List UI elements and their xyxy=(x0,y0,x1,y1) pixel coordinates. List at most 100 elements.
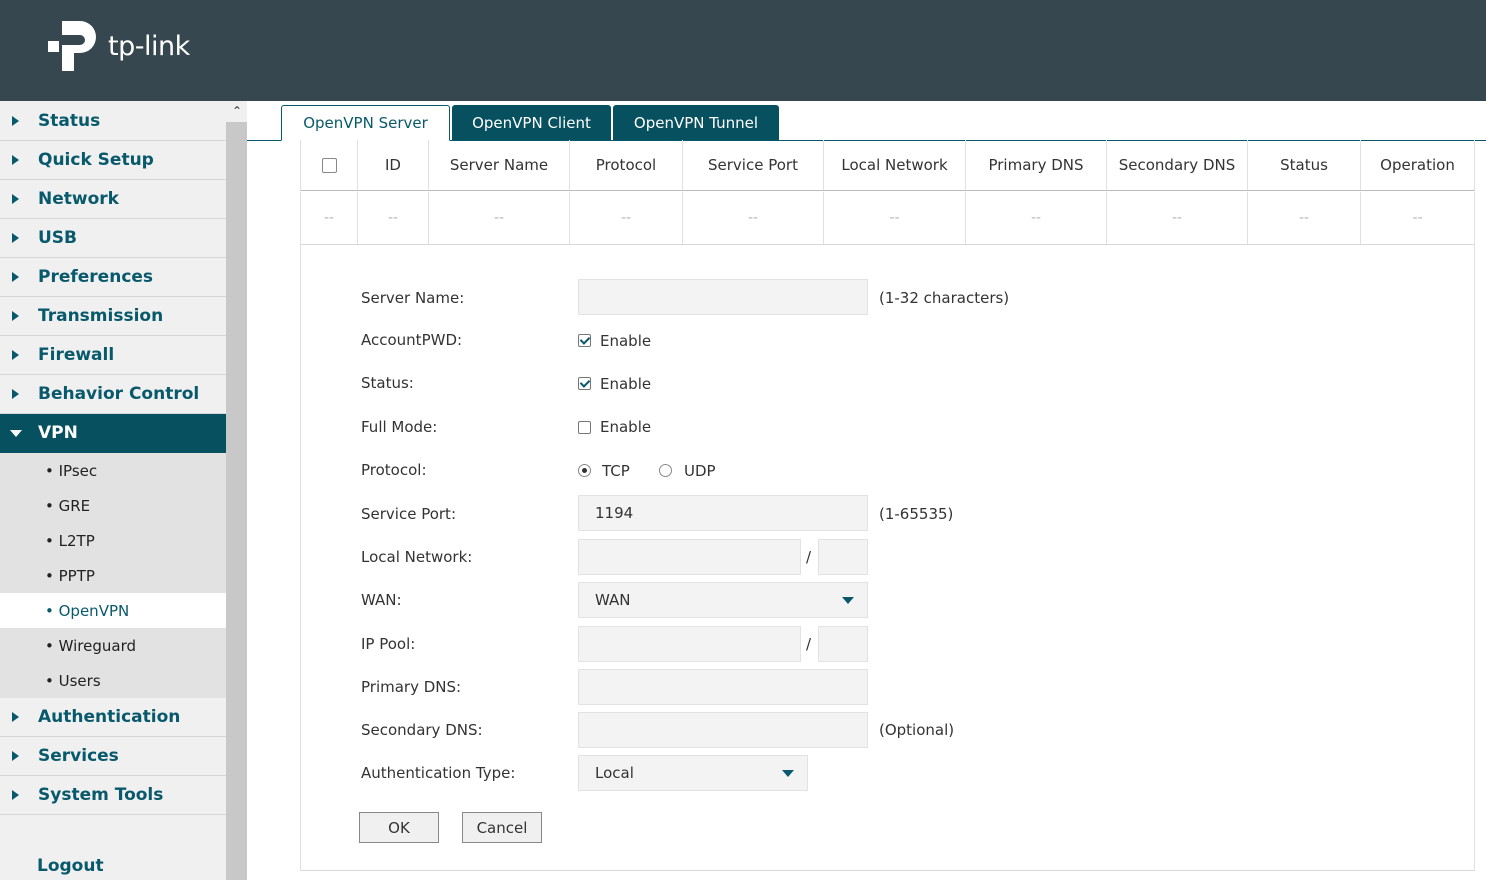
sidebar-subitem-users[interactable]: • Users xyxy=(0,663,226,698)
column-header: Local Network xyxy=(824,140,966,190)
caret-right-icon xyxy=(12,194,19,204)
sidebar-scrollbar-thumb[interactable] xyxy=(226,122,247,880)
secondary-dns-input[interactable] xyxy=(578,712,868,748)
caret-right-icon xyxy=(12,155,19,165)
sidebar-subitem-label: • Wireguard xyxy=(45,636,137,655)
tab-openvpn-tunnel[interactable]: OpenVPN Tunnel xyxy=(613,105,779,140)
sidebar-item-system-tools[interactable]: System Tools xyxy=(0,776,226,815)
chevron-up-icon[interactable]: ⌃ xyxy=(229,104,245,118)
table-cell: -- xyxy=(570,192,683,244)
full-mode-checkbox[interactable] xyxy=(578,421,591,434)
tp-link-logo: tp-link xyxy=(48,19,190,73)
table-cell: -- xyxy=(358,192,429,244)
column-header: Operation xyxy=(1380,156,1455,174)
sidebar-item-label: Network xyxy=(38,189,119,209)
tab-openvpn-server[interactable]: OpenVPN Server xyxy=(281,105,450,141)
sidebar-item-label: Authentication xyxy=(38,707,181,727)
sidebar-item-network[interactable]: Network xyxy=(0,180,226,219)
sidebar-item-label: Preferences xyxy=(38,267,154,287)
secondary-dns-label: Secondary DNS: xyxy=(361,721,483,739)
select-all-checkbox[interactable] xyxy=(321,157,337,173)
local-network-separator: / xyxy=(806,548,812,566)
ip-pool-mask-input[interactable] xyxy=(818,626,868,662)
column-header: Secondary DNS xyxy=(1107,140,1248,190)
caret-right-icon xyxy=(12,389,19,399)
protocol-tcp-radio[interactable] xyxy=(578,464,591,477)
service-port-hint: (1-65535) xyxy=(879,505,954,523)
caret-down-icon xyxy=(782,770,794,777)
logout-link[interactable]: Logout xyxy=(37,856,104,876)
sidebar-subitem-gre[interactable]: • GRE xyxy=(0,488,226,523)
sidebar-subitem-openvpn[interactable]: • OpenVPN xyxy=(0,593,226,628)
sidebar-subitem-l2tp[interactable]: • L2TP xyxy=(0,523,226,558)
sidebar-item-label: Status xyxy=(38,111,101,131)
primary-dns-label: Primary DNS: xyxy=(361,678,462,696)
status-checkbox[interactable] xyxy=(578,377,591,390)
secondary-dns-hint: (Optional) xyxy=(879,721,955,739)
caret-right-icon xyxy=(12,233,19,243)
sidebar-subitem-label: • L2TP xyxy=(45,531,95,550)
wan-select[interactable]: WAN xyxy=(578,582,868,618)
server-name-input[interactable] xyxy=(578,279,868,315)
column-header: Primary DNS xyxy=(966,140,1107,190)
column-header: Protocol xyxy=(570,140,683,190)
sidebar-item-transmission[interactable]: Transmission xyxy=(0,297,226,336)
account-pwd-option: Enable xyxy=(600,332,652,350)
logo-text: tp-link xyxy=(108,30,190,62)
protocol-udp-label: UDP xyxy=(684,462,716,480)
sidebar-item-usb[interactable]: USB xyxy=(0,219,226,258)
table-cell: -- xyxy=(1412,210,1423,226)
caret-right-icon xyxy=(12,790,19,800)
auth-type-select-value: Local xyxy=(595,764,634,782)
auth-type-select[interactable]: Local xyxy=(578,755,808,791)
status-option: Enable xyxy=(600,375,652,393)
cancel-button[interactable]: Cancel xyxy=(462,812,542,843)
account-pwd-label: AccountPWD: xyxy=(361,331,463,349)
sidebar-item-label: Transmission xyxy=(38,306,164,326)
caret-down-icon xyxy=(10,430,22,437)
sidebar-item-label: Services xyxy=(38,746,119,766)
full-mode-label: Full Mode: xyxy=(361,418,438,436)
sidebar-item-behavior-control[interactable]: Behavior Control xyxy=(0,375,226,414)
ok-button[interactable]: OK xyxy=(359,812,439,843)
sidebar-subitem-label: • Users xyxy=(45,671,101,690)
sidebar-item-vpn[interactable]: VPN xyxy=(0,414,226,453)
sidebar-item-firewall[interactable]: Firewall xyxy=(0,336,226,375)
status-label: Status: xyxy=(361,374,414,392)
sidebar-item-services[interactable]: Services xyxy=(0,737,226,776)
wan-label: WAN: xyxy=(361,591,402,609)
sidebar-item-quick-setup[interactable]: Quick Setup xyxy=(0,141,226,180)
ip-pool-ip-input[interactable] xyxy=(578,626,801,662)
sidebar-item-authentication[interactable]: Authentication xyxy=(0,698,226,737)
primary-dns-input[interactable] xyxy=(578,669,868,705)
sidebar-subitem-wireguard[interactable]: • Wireguard xyxy=(0,628,226,663)
sidebar-subitem-label: • OpenVPN xyxy=(45,601,130,620)
sidebar-item-label: VPN xyxy=(38,423,78,443)
table-cell: -- xyxy=(824,192,966,244)
column-header: ID xyxy=(358,140,429,190)
sidebar-subitem-pptp[interactable]: • PPTP xyxy=(0,558,226,593)
caret-down-icon xyxy=(842,597,854,604)
column-header: Status xyxy=(1248,140,1361,190)
top-header: tp-link xyxy=(0,0,1486,101)
sidebar-item-preferences[interactable]: Preferences xyxy=(0,258,226,297)
local-network-ip-input[interactable] xyxy=(578,539,801,575)
sidebar-subitem-label: • IPsec xyxy=(45,461,98,480)
caret-right-icon xyxy=(12,272,19,282)
column-header: Service Port xyxy=(683,140,824,190)
column-header: Server Name xyxy=(429,140,570,190)
caret-right-icon xyxy=(12,712,19,722)
local-network-mask-input[interactable] xyxy=(818,539,868,575)
table-header: ID Server Name Protocol Service Port Loc… xyxy=(300,140,1475,191)
server-name-label: Server Name: xyxy=(361,289,465,307)
sidebar-subitem-label: • PPTP xyxy=(45,566,95,585)
sidebar-item-label: Quick Setup xyxy=(38,150,154,170)
protocol-udp-radio[interactable] xyxy=(659,464,672,477)
sidebar-subitem-ipsec[interactable]: • IPsec xyxy=(0,453,226,488)
service-port-input[interactable]: 1194 xyxy=(578,495,868,531)
tab-openvpn-client[interactable]: OpenVPN Client xyxy=(452,105,611,140)
full-mode-option: Enable xyxy=(600,418,652,436)
sidebar-item-status[interactable]: Status xyxy=(0,102,226,141)
caret-right-icon xyxy=(12,311,19,321)
account-pwd-checkbox[interactable] xyxy=(578,334,591,347)
